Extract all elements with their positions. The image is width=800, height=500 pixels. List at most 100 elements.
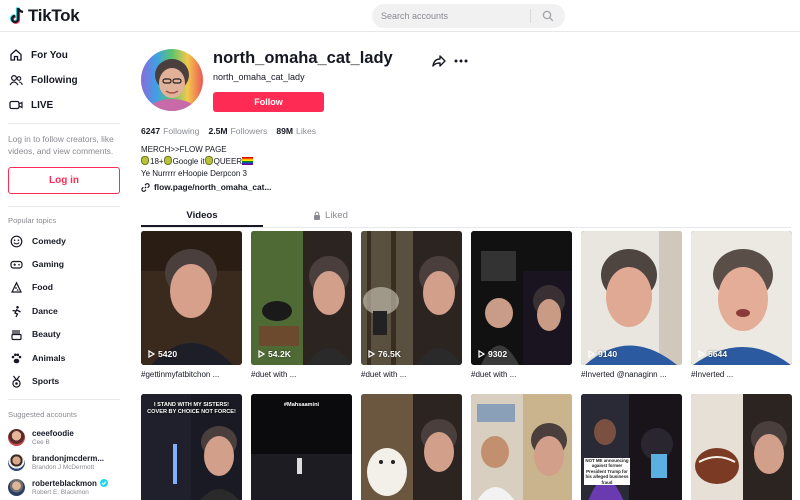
- avatar: [8, 478, 25, 496]
- video-card[interactable]: [361, 394, 462, 500]
- sidebar-item-for-you[interactable]: For You: [9, 46, 68, 64]
- play-icon: [258, 350, 265, 358]
- suggested-account[interactable]: roberteblackmon Robert E. Blackmon: [8, 476, 108, 498]
- profile-link-text: flow.page/north_omaha_cat...: [154, 182, 272, 192]
- profile-photo: [141, 49, 203, 111]
- search-input[interactable]: [372, 4, 530, 28]
- topic-label: Food: [32, 282, 53, 292]
- likes-label: Likes: [296, 126, 317, 136]
- video-thumbnail[interactable]: NOT ME announcing against former Preside…: [581, 394, 682, 500]
- topic-gaming[interactable]: Gaming: [9, 256, 64, 272]
- profile-stats: 6247 Following 2.5M Followers 89M Likes: [141, 126, 316, 136]
- sidebar: For You Following LIVE Log in to follow …: [0, 33, 129, 500]
- tiktok-logo[interactable]: TikTok: [9, 6, 80, 26]
- alien-emoji-icon: [141, 156, 149, 165]
- play-icon: [588, 350, 595, 358]
- video-card[interactable]: #Mahsaamini: [251, 394, 352, 500]
- video-thumbnail[interactable]: [361, 394, 462, 500]
- video-caption[interactable]: #Inverted ...: [691, 370, 792, 379]
- dance-icon: [9, 304, 23, 318]
- video-thumbnail[interactable]: [471, 394, 572, 500]
- suggested-username: brandonjmcderm...: [32, 453, 105, 463]
- avatar: [8, 428, 25, 446]
- share-button[interactable]: [431, 53, 447, 69]
- video-card[interactable]: [691, 394, 792, 500]
- login-prompt-text: Log in to follow creators, like videos, …: [8, 134, 114, 156]
- animals-icon: [9, 351, 23, 365]
- rainbow-flag-icon: [242, 157, 254, 165]
- follow-button[interactable]: Follow: [213, 92, 324, 112]
- sidebar-item-following[interactable]: Following: [9, 71, 78, 89]
- more-options-button[interactable]: [453, 53, 469, 69]
- video-caption[interactable]: #Inverted @nanaginn ...: [581, 370, 682, 379]
- video-card[interactable]: [471, 394, 572, 500]
- topic-dance[interactable]: Dance: [9, 303, 58, 319]
- topic-comedy[interactable]: Comedy: [9, 233, 66, 249]
- login-button[interactable]: Log in: [8, 167, 120, 194]
- video-caption[interactable]: #gettinmyfatbitchon ...: [141, 370, 242, 379]
- suggested-display-name: Robert E. Blackmon: [32, 488, 89, 496]
- video-thumbnail[interactable]: I STAND WITH MY SISTERS! COVER BY CHOICE…: [141, 394, 242, 500]
- likes-stat: 89M Likes: [276, 126, 316, 136]
- suggested-account[interactable]: ceeefoodie Cee B: [8, 426, 74, 448]
- sidebar-item-live[interactable]: LIVE: [9, 96, 53, 114]
- lock-icon: [314, 211, 321, 220]
- topic-sports[interactable]: Sports: [9, 373, 59, 389]
- video-overlay-text: NOT ME announcing against former Preside…: [584, 458, 630, 486]
- link-icon: [141, 182, 150, 192]
- video-card[interactable]: I STAND WITH MY SISTERS! COVER BY CHOICE…: [141, 394, 242, 500]
- food-icon: [9, 280, 23, 294]
- video-caption[interactable]: #duet with ...: [361, 370, 462, 379]
- tab-liked[interactable]: Liked: [263, 206, 398, 225]
- video-card[interactable]: 54.2K #duet with ...: [251, 231, 352, 379]
- video-card[interactable]: NOT ME announcing against former Preside…: [581, 394, 682, 500]
- suggested-account[interactable]: brandonjmcderm... Brandon J McDermott: [8, 451, 104, 473]
- topic-beauty[interactable]: Beauty: [9, 326, 61, 342]
- alien-emoji-icon: [204, 156, 213, 165]
- video-thumbnail[interactable]: 76.5K: [361, 231, 462, 365]
- video-thumbnail[interactable]: 5420: [141, 231, 242, 365]
- video-thumbnail[interactable]: 5644: [691, 231, 792, 365]
- gaming-icon: [9, 257, 23, 271]
- video-card[interactable]: 5644 #Inverted ...: [691, 231, 792, 379]
- video-overlay-text: #Mahsaamini: [283, 402, 320, 408]
- bio-line: Ye Nurrrrr eHoopie Derpcon 3: [141, 169, 247, 178]
- suggested-username: ceeefoodie: [32, 428, 74, 438]
- search-button[interactable]: [531, 4, 564, 28]
- video-card[interactable]: 5420 #gettinmyfatbitchon ...: [141, 231, 242, 379]
- video-thumbnail[interactable]: #Mahsaamini: [251, 394, 352, 500]
- video-thumbnail[interactable]: 9302: [471, 231, 572, 365]
- video-card[interactable]: 9140 #Inverted @nanaginn ...: [581, 231, 682, 379]
- tabs-divider: [141, 227, 791, 228]
- likes-count: 89M: [276, 126, 294, 136]
- video-overlay-text: I STAND WITH MY SISTERS! COVER BY CHOICE…: [147, 402, 236, 415]
- video-caption[interactable]: #duet with ...: [251, 370, 352, 379]
- video-caption[interactable]: #duet with ...: [471, 370, 572, 379]
- view-count: 76.5K: [368, 349, 401, 359]
- profile-avatar[interactable]: [141, 49, 203, 111]
- following-stat[interactable]: 6247 Following: [141, 126, 199, 136]
- profile-link[interactable]: flow.page/north_omaha_cat...: [141, 182, 271, 192]
- video-card[interactable]: 9302 #duet with ...: [471, 231, 572, 379]
- topic-label: Comedy: [32, 236, 66, 246]
- search-bar: [372, 4, 565, 28]
- tab-videos[interactable]: Videos: [141, 206, 263, 225]
- profile-tabs: Videos Liked: [141, 206, 411, 227]
- sports-icon: [9, 374, 23, 388]
- view-count: 9140: [588, 349, 617, 359]
- beauty-icon: [9, 327, 23, 341]
- tiktok-note-icon: [9, 7, 24, 24]
- video-card[interactable]: 76.5K #duet with ...: [361, 231, 462, 379]
- video-thumbnail[interactable]: 54.2K: [251, 231, 352, 365]
- topic-label: Animals: [32, 353, 66, 363]
- topic-food[interactable]: Food: [9, 279, 53, 295]
- video-thumbnail[interactable]: 9140: [581, 231, 682, 365]
- followers-stat[interactable]: 2.5M Followers: [208, 126, 267, 136]
- tab-liked-label: Liked: [325, 210, 348, 221]
- topic-animals[interactable]: Animals: [9, 350, 65, 366]
- sidebar-divider: [8, 206, 120, 207]
- view-count-text: 76.5K: [378, 349, 401, 359]
- video-thumbnail[interactable]: [691, 394, 792, 500]
- view-count-text: 9140: [598, 349, 618, 359]
- video-frame: [691, 394, 792, 500]
